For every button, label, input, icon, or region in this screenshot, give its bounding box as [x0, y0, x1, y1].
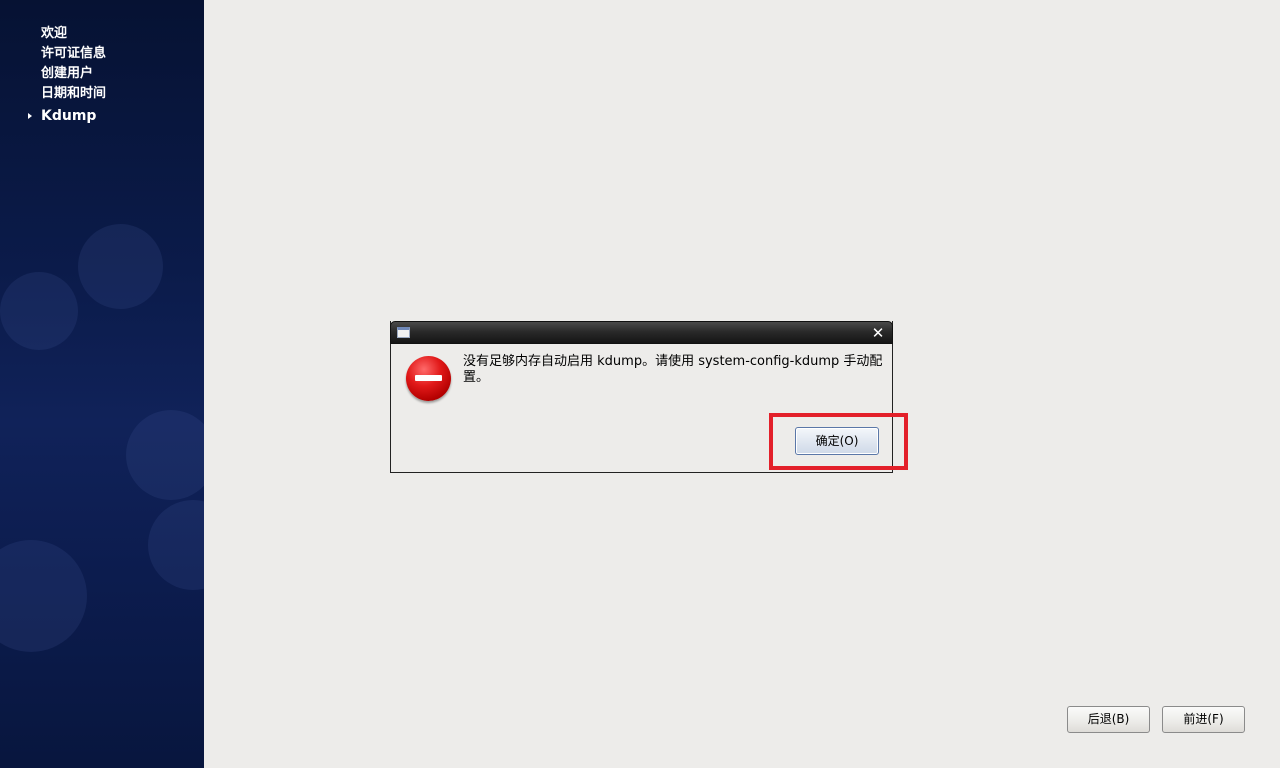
decorative-bubble — [78, 224, 163, 309]
sidebar-item-date-time[interactable]: 日期和时间 — [0, 84, 204, 104]
window-icon — [397, 327, 410, 338]
decorative-bubble — [0, 272, 78, 350]
sidebar-item-welcome[interactable]: 欢迎 — [0, 24, 204, 44]
error-icon — [406, 356, 451, 401]
current-arrow-icon — [28, 113, 32, 119]
sidebar: 欢迎 许可证信息 创建用户 日期和时间 Kdump — [0, 0, 204, 768]
back-button[interactable]: 后退(B) — [1067, 706, 1150, 733]
decorative-bubble — [126, 410, 204, 500]
close-button[interactable]: ✕ — [870, 324, 886, 342]
decorative-bubble — [0, 540, 87, 652]
sidebar-item-create-user[interactable]: 创建用户 — [0, 64, 204, 84]
dialog-message: 没有足够内存自动启用 kdump。请使用 system-config-kdump… — [463, 354, 883, 385]
sidebar-nav: 欢迎 许可证信息 创建用户 日期和时间 Kdump — [0, 24, 204, 127]
decorative-bubble — [148, 500, 204, 590]
sidebar-item-license[interactable]: 许可证信息 — [0, 44, 204, 64]
forward-button[interactable]: 前进(F) — [1162, 706, 1245, 733]
sidebar-item-label: Kdump — [41, 108, 97, 124]
highlight-box — [769, 413, 908, 470]
dialog-titlebar[interactable]: ✕ — [390, 321, 893, 344]
sidebar-item-kdump[interactable]: Kdump — [0, 105, 204, 127]
error-icon-bar — [415, 375, 442, 381]
